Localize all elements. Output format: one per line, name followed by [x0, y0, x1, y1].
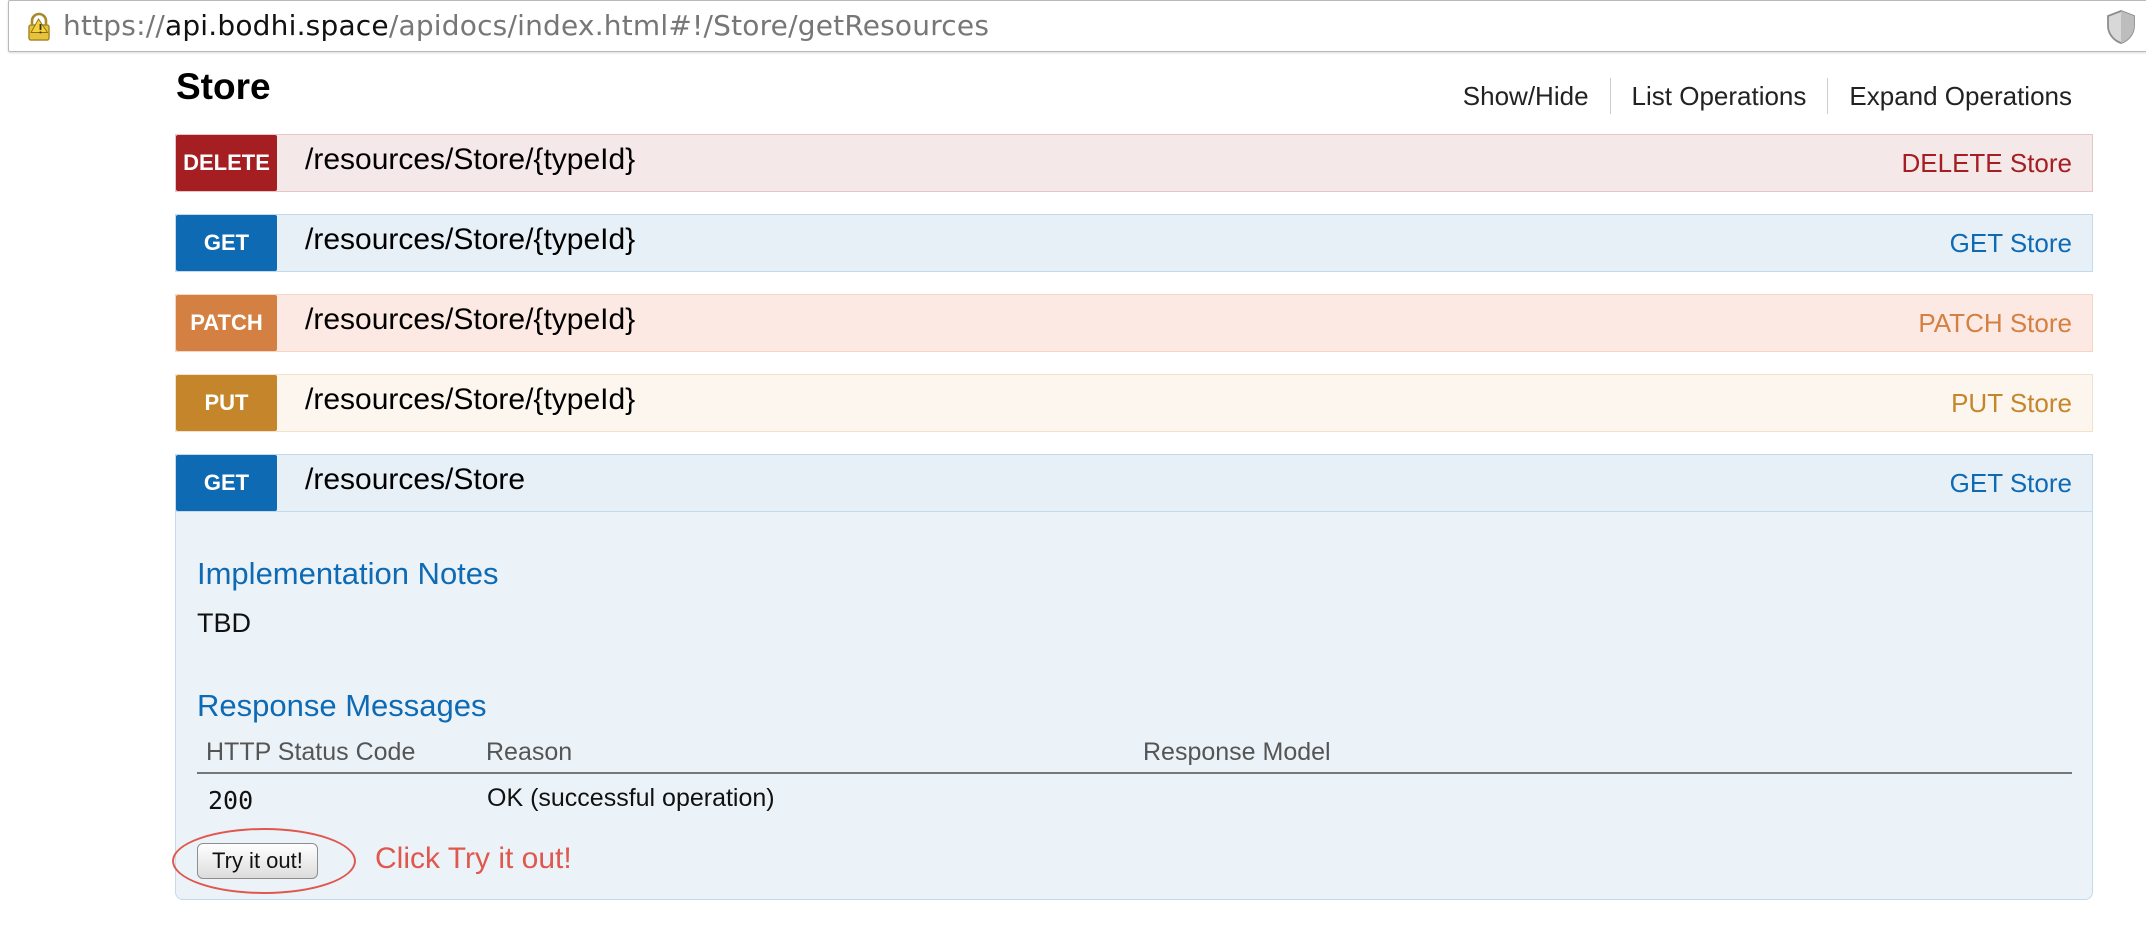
- operation-path[interactable]: /resources/Store/{typeId}: [305, 223, 635, 257]
- operation-summary[interactable]: GET Store: [1950, 228, 2072, 259]
- operation-summary[interactable]: PATCH Store: [1918, 308, 2072, 339]
- url-path: /apidocs/index.html#!/Store/getResources: [388, 9, 990, 42]
- annotation-callout: Click Try it out!: [375, 842, 572, 875]
- url-scheme: https://: [63, 9, 165, 42]
- http-method-badge[interactable]: PUT: [176, 375, 277, 431]
- response-messages-heading: Response Messages: [197, 688, 487, 723]
- operation-delete-store-typeid[interactable]: DELETE /resources/Store/{typeId} DELETE …: [175, 134, 2093, 192]
- url-host: api.bodhi.space: [164, 9, 389, 42]
- response-messages-table: HTTP Status Code Reason Response Model 2…: [197, 736, 2072, 820]
- http-method-badge[interactable]: DELETE: [176, 135, 277, 191]
- shield-icon[interactable]: [2105, 9, 2137, 45]
- implementation-notes-text: TBD: [197, 608, 251, 638]
- operation-patch-store-typeid[interactable]: PATCH /resources/Store/{typeId} PATCH St…: [175, 294, 2093, 352]
- show-hide-link[interactable]: Show/Hide: [1442, 78, 1610, 114]
- operation-details-panel: Implementation Notes TBD Response Messag…: [172, 512, 2093, 900]
- implementation-notes-heading: Implementation Notes: [197, 556, 499, 591]
- http-method-badge[interactable]: GET: [176, 215, 277, 271]
- operation-summary[interactable]: DELETE Store: [1901, 148, 2072, 179]
- operation-summary[interactable]: PUT Store: [1951, 388, 2072, 419]
- expand-operations-link[interactable]: Expand Operations: [1827, 78, 2072, 114]
- response-reason: OK (successful operation): [487, 784, 775, 812]
- operation-path[interactable]: /resources/Store/{typeId}: [305, 383, 635, 417]
- table-header-row: HTTP Status Code Reason Response Model: [197, 736, 2072, 774]
- operation-get-store-typeid[interactable]: GET /resources/Store/{typeId} GET Store: [175, 214, 2093, 272]
- response-status-code: 200: [208, 786, 254, 815]
- operation-get-store[interactable]: GET /resources/Store GET Store: [175, 454, 2093, 512]
- http-method-badge[interactable]: GET: [176, 455, 277, 511]
- column-header-status-code: HTTP Status Code: [206, 738, 416, 766]
- table-row: 200 OK (successful operation): [197, 774, 2072, 820]
- operation-put-store-typeid[interactable]: PUT /resources/Store/{typeId} PUT Store: [175, 374, 2093, 432]
- address-bar[interactable]: https://api.bodhi.space/apidocs/index.ht…: [8, 0, 2146, 52]
- resource-title[interactable]: Store: [176, 66, 271, 108]
- column-header-reason: Reason: [486, 738, 573, 766]
- operation-path[interactable]: /resources/Store/{typeId}: [305, 143, 635, 177]
- operation-path[interactable]: /resources/Store: [305, 463, 525, 497]
- try-it-out-area: Try it out! Click Try it out!: [172, 828, 876, 898]
- http-method-badge[interactable]: PATCH: [176, 295, 277, 351]
- list-operations-link[interactable]: List Operations: [1609, 78, 1828, 114]
- url-text[interactable]: https://api.bodhi.space/apidocs/index.ht…: [63, 9, 989, 42]
- warning-lock-icon: [28, 12, 50, 41]
- column-header-response-model: Response Model: [1143, 738, 1331, 766]
- operation-path[interactable]: /resources/Store/{typeId}: [305, 303, 635, 337]
- operation-summary[interactable]: GET Store: [1950, 468, 2072, 499]
- try-it-out-button[interactable]: Try it out!: [197, 843, 318, 879]
- resource-header-links: Show/Hide List Operations Expand Operati…: [1442, 78, 2072, 114]
